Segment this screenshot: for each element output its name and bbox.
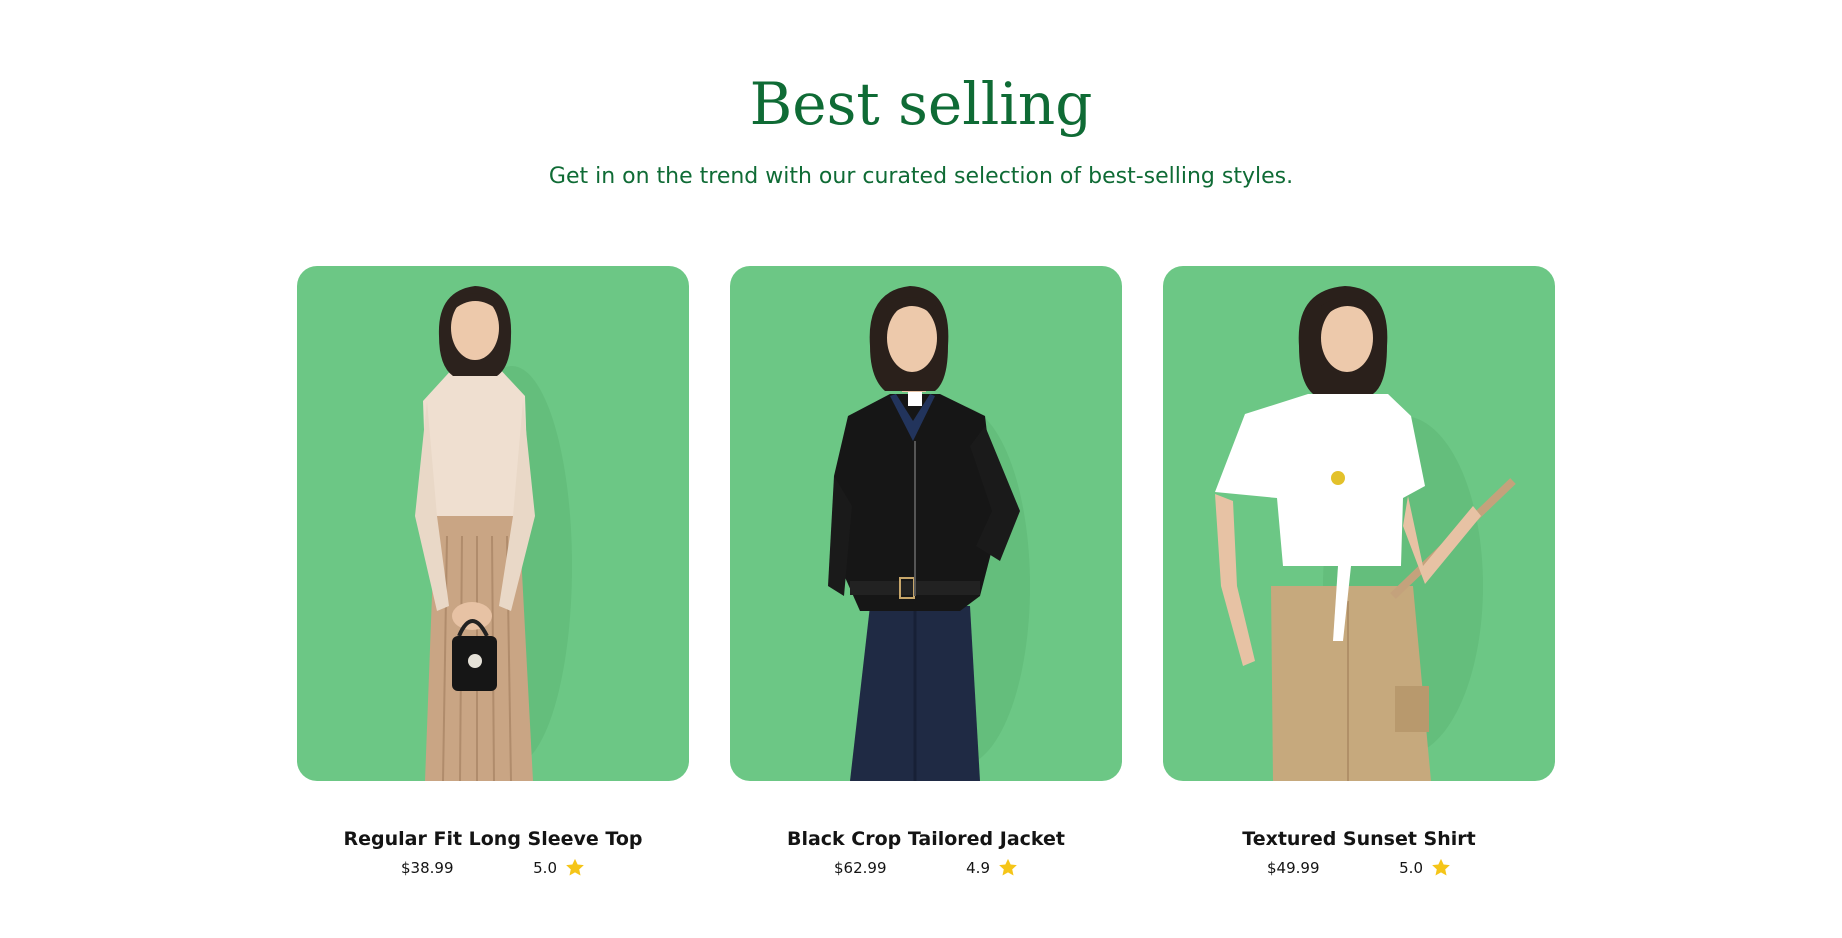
best-selling-section: Best selling Get in on the trend with ou… xyxy=(0,0,1842,938)
rating-value: 4.9 xyxy=(966,858,990,877)
product-image[interactable] xyxy=(297,266,689,781)
product-rating: 5.0 xyxy=(533,858,585,877)
product-meta: $62.99 4.9 xyxy=(834,858,1018,877)
product-card[interactable]: Regular Fit Long Sleeve Top $38.99 5.0 xyxy=(297,266,689,877)
section-title: Best selling xyxy=(749,70,1093,138)
product-name[interactable]: Textured Sunset Shirt xyxy=(1242,826,1475,852)
product-image[interactable] xyxy=(1163,266,1555,781)
product-price: $38.99 xyxy=(401,858,454,877)
star-icon xyxy=(998,858,1018,877)
product-meta: $49.99 5.0 xyxy=(1267,858,1451,877)
product-grid: Regular Fit Long Sleeve Top $38.99 5.0 B… xyxy=(297,266,1555,877)
product-card[interactable]: Textured Sunset Shirt $49.99 5.0 xyxy=(1163,266,1555,877)
product-price: $49.99 xyxy=(1267,858,1320,877)
product-price: $62.99 xyxy=(834,858,887,877)
rating-value: 5.0 xyxy=(533,858,557,877)
product-rating: 5.0 xyxy=(1399,858,1451,877)
section-subtitle: Get in on the trend with our curated sel… xyxy=(548,164,1294,189)
rating-value: 5.0 xyxy=(1399,858,1423,877)
star-icon xyxy=(1431,858,1451,877)
product-image[interactable] xyxy=(730,266,1122,781)
product-rating: 4.9 xyxy=(966,858,1018,877)
product-card[interactable]: Black Crop Tailored Jacket $62.99 4.9 xyxy=(730,266,1122,877)
star-icon xyxy=(565,858,585,877)
product-name[interactable]: Black Crop Tailored Jacket xyxy=(787,826,1065,852)
product-meta: $38.99 5.0 xyxy=(401,858,585,877)
product-name[interactable]: Regular Fit Long Sleeve Top xyxy=(344,826,643,852)
